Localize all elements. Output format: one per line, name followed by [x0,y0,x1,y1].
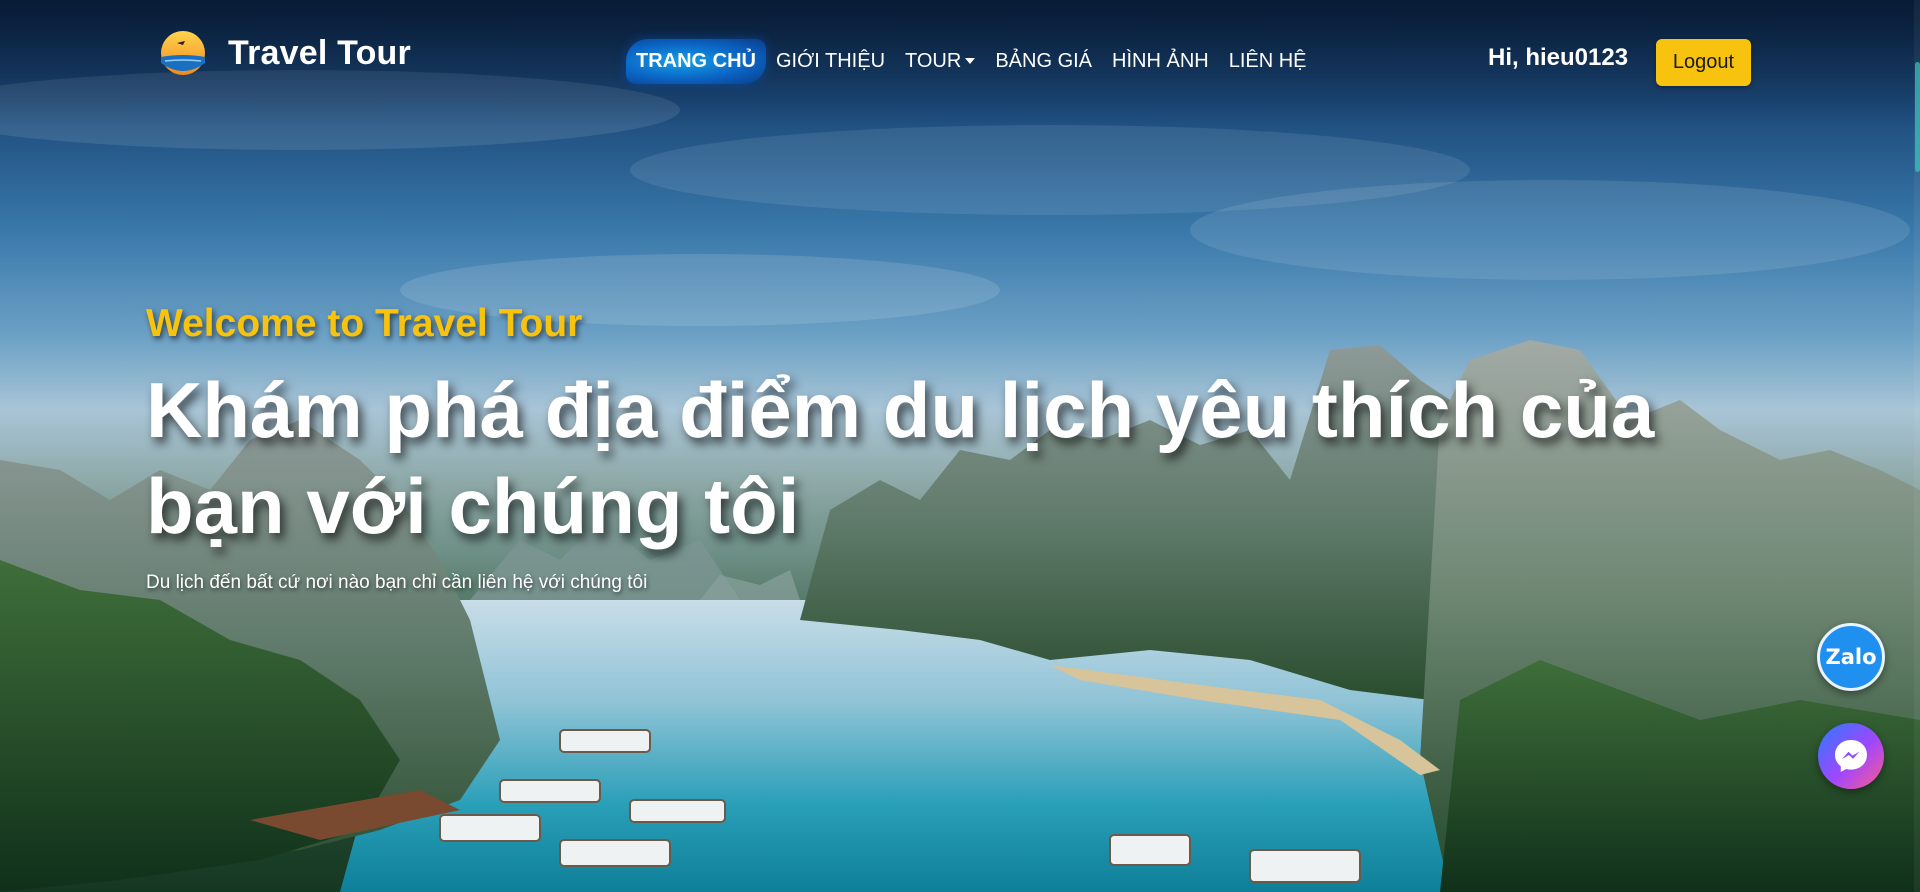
hero-headline: Khám phá địa điểm du lịch yêu thích của … [146,366,1655,550]
nav-item-tour-label: TOUR [905,50,962,72]
hero-content: Welcome to Travel Tour Khám phá địa điểm… [146,302,1786,594]
nav-item-gioi-thieu[interactable]: GIỚI THIỆU [776,50,885,73]
nav-item-tour[interactable]: TOUR [905,50,976,73]
brand[interactable]: Travel Tour [159,29,411,77]
main-nav: TRANG CHỦ GIỚI THIỆU TOUR BẢNG GIÁ HÌNH … [626,39,1327,84]
brand-name: Travel Tour [228,33,411,72]
messenger-chat-button[interactable] [1818,723,1884,789]
zalo-label: Zalo [1825,645,1877,669]
hero-kicker: Welcome to Travel Tour [146,302,583,345]
scrollbar-thumb[interactable] [1915,62,1920,172]
nav-item-bang-gia[interactable]: BẢNG GIÁ [995,50,1092,73]
chevron-down-icon [965,58,976,64]
logout-button[interactable]: Logout [1656,39,1751,86]
user-greeting: Hi, hieu0123 [1488,44,1629,71]
zalo-chat-button[interactable]: Zalo [1817,623,1885,691]
hero-subtitle: Du lịch đến bất cứ nơi nào bạn chỉ cần l… [146,572,648,593]
nav-item-lien-he[interactable]: LIÊN HỆ [1229,50,1307,73]
hero-section: Travel Tour TRANG CHỦ GIỚI THIỆU TOUR BẢ… [0,0,1920,892]
sunset-sea-logo [161,31,205,75]
nav-item-trang-chu[interactable]: TRANG CHỦ [626,39,766,84]
nav-item-hinh-anh[interactable]: HÌNH ẢNH [1112,50,1209,73]
messenger-icon [1835,740,1867,772]
page-scrollbar[interactable] [1914,0,1920,892]
